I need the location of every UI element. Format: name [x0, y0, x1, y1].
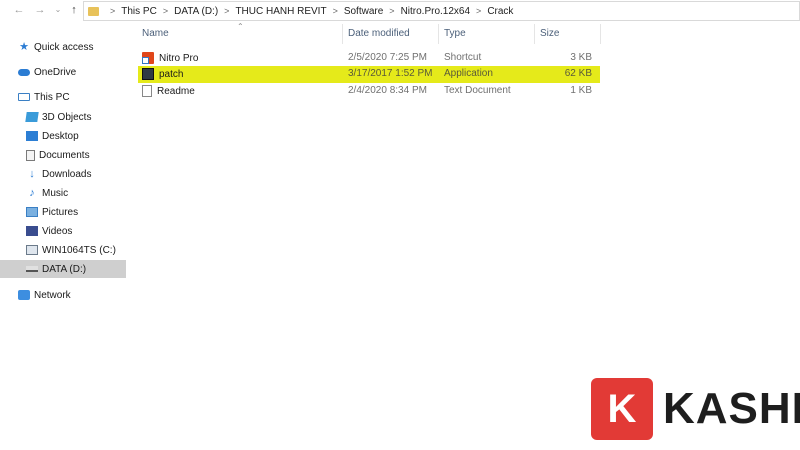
file-type: Shortcut [444, 52, 482, 63]
nav-item-network[interactable]: Network [18, 286, 71, 304]
nav-item-label: OneDrive [34, 66, 77, 78]
file-date: 2/4/2020 8:34 PM [348, 85, 427, 96]
logo-wordmark: KASHI [663, 384, 800, 433]
file-type: Text Document [444, 85, 511, 96]
nav-item-quick-access[interactable]: ★ Quick access [18, 38, 93, 56]
file-row-readme[interactable]: Readme 2/4/2020 8:34 PM Text Document 1 … [138, 83, 600, 100]
column-header-name[interactable]: Name [142, 28, 169, 39]
chevron-right-icon[interactable]: > [476, 6, 481, 16]
file-size: 3 KB [570, 52, 592, 63]
column-divider[interactable] [600, 24, 601, 44]
file-date: 3/17/2017 1:52 PM [348, 68, 433, 79]
cube-icon [25, 112, 39, 122]
nav-item-label: Network [34, 289, 71, 301]
file-name: Readme [157, 85, 195, 97]
file-size: 62 KB [564, 68, 592, 79]
nav-item-desktop[interactable]: Desktop [26, 127, 79, 145]
star-icon: ★ [19, 41, 29, 53]
breadcrumb-this-pc[interactable]: This PC [121, 6, 157, 17]
up-arrow-icon[interactable]: ↑ [67, 3, 81, 17]
file-name-cell: patch [142, 68, 183, 80]
navigation-pane: ★ Quick access OneDrive This PC 3D Objec… [0, 22, 128, 402]
file-type: Application [444, 68, 493, 79]
recent-locations-chevron-icon[interactable]: ⌄ [51, 3, 65, 17]
nav-item-documents[interactable]: Documents [26, 146, 90, 164]
chevron-right-icon[interactable]: > [389, 6, 394, 16]
nitro-shortcut-icon [142, 52, 154, 64]
address-bar[interactable]: > This PC > DATA (D:) > THUC HANH REVIT … [83, 1, 800, 21]
chevron-right-icon[interactable]: > [163, 6, 168, 16]
music-icon: ♪ [29, 187, 35, 199]
nav-item-this-pc[interactable]: This PC [18, 88, 70, 106]
address-toolbar: ← → ⌄ ↑ > This PC > DATA (D:) > THUC HAN… [0, 0, 800, 22]
nav-item-label: DATA (D:) [42, 263, 87, 275]
breadcrumb-data-drive[interactable]: DATA (D:) [174, 6, 218, 17]
column-divider[interactable] [534, 24, 535, 44]
nav-item-onedrive[interactable]: OneDrive [18, 63, 76, 81]
nav-item-downloads[interactable]: ↓ Downloads [26, 165, 91, 183]
nav-item-music[interactable]: ♪ Music [26, 184, 68, 202]
nav-item-label: This PC [34, 91, 70, 103]
column-header-date[interactable]: Date modified [348, 28, 410, 39]
network-icon [18, 290, 30, 300]
chevron-right-icon[interactable]: > [224, 6, 229, 16]
column-divider[interactable] [438, 24, 439, 44]
file-date: 2/5/2020 7:25 PM [348, 52, 427, 63]
download-icon: ↓ [29, 168, 35, 180]
pictures-icon [26, 207, 38, 217]
nav-item-videos[interactable]: Videos [26, 222, 72, 240]
file-size: 1 KB [570, 85, 592, 96]
forward-arrow-icon[interactable]: → [33, 3, 47, 17]
breadcrumb-thuc-hanh-revit[interactable]: THUC HANH REVIT [235, 6, 326, 17]
column-header-size[interactable]: Size [540, 28, 559, 39]
logo-k-badge: K [591, 378, 653, 440]
column-divider[interactable] [342, 24, 343, 44]
nav-item-label: Videos [42, 225, 73, 237]
desktop-icon [26, 131, 38, 141]
file-row-nitro-pro[interactable]: Nitro Pro 2/5/2020 7:25 PM Shortcut 3 KB [138, 50, 600, 67]
file-name-cell: Nitro Pro [142, 52, 198, 64]
cloud-icon [18, 68, 30, 76]
chevron-right-icon[interactable]: > [333, 6, 338, 16]
file-name: patch [159, 68, 184, 80]
nav-item-pictures[interactable]: Pictures [26, 203, 78, 221]
chevron-right-icon[interactable]: > [110, 6, 115, 16]
breadcrumb-software[interactable]: Software [344, 6, 383, 17]
nav-item-label: Desktop [42, 130, 79, 142]
folder-icon [88, 6, 99, 16]
nav-item-label: Music [42, 187, 69, 199]
nav-item-3d-objects[interactable]: 3D Objects [25, 108, 92, 126]
nav-item-label: Downloads [42, 168, 92, 180]
file-name: Nitro Pro [159, 52, 199, 64]
nav-item-label: Documents [39, 149, 90, 161]
back-arrow-icon[interactable]: ← [12, 3, 26, 17]
nav-item-label: 3D Objects [42, 111, 92, 123]
nav-item-drive-c[interactable]: WIN1064TS (C:) [26, 241, 116, 259]
nav-item-label: Quick access [34, 41, 94, 53]
drive-icon [26, 266, 38, 272]
nav-item-label: Pictures [42, 206, 79, 218]
file-list: ⌃ Name Date modified Type Size Nitro Pro… [138, 22, 800, 402]
file-row-patch[interactable]: patch 3/17/2017 1:52 PM Application 62 K… [138, 66, 600, 83]
breadcrumb-crack[interactable]: Crack [487, 6, 513, 17]
nav-item-label: WIN1064TS (C:) [42, 244, 116, 256]
computer-icon [18, 93, 30, 101]
text-file-icon [142, 85, 152, 97]
nav-item-drive-d[interactable]: DATA (D:) [0, 260, 126, 278]
column-header-type[interactable]: Type [444, 28, 466, 39]
video-icon [26, 226, 38, 236]
sort-ascending-icon: ⌃ [237, 22, 244, 31]
kashi-watermark-logo: K KASHI [591, 378, 800, 440]
application-icon [142, 68, 154, 80]
file-name-cell: Readme [142, 85, 195, 97]
drive-icon [26, 245, 38, 255]
breadcrumb-nitro-pro[interactable]: Nitro.Pro.12x64 [401, 6, 470, 17]
document-icon [26, 149, 35, 161]
